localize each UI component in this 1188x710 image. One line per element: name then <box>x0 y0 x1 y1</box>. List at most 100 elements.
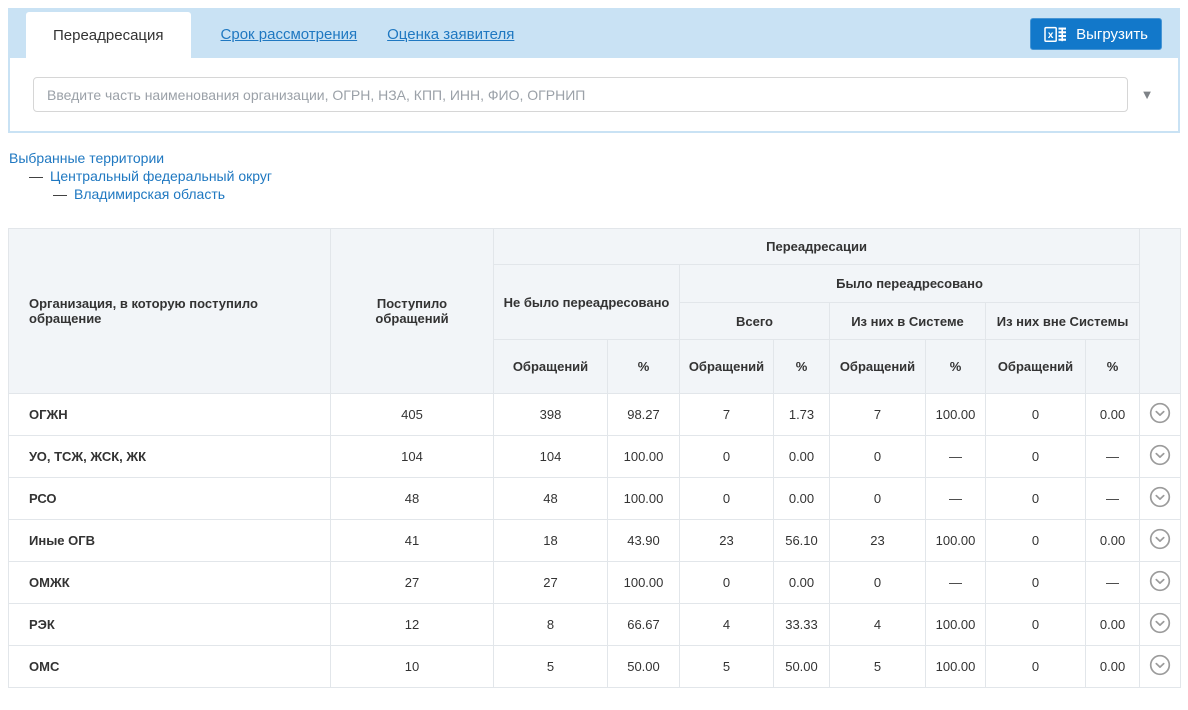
value-cell: 4 <box>830 604 926 646</box>
org-cell: РСО <box>9 478 331 520</box>
header-appeals: Обращений <box>830 340 926 394</box>
received-cell: 48 <box>331 478 494 520</box>
value-cell: — <box>926 562 986 604</box>
actions-cell <box>1140 436 1181 478</box>
org-cell: РЭК <box>9 604 331 646</box>
header-received: Поступило обращений <box>331 229 494 394</box>
value-cell: 0 <box>986 520 1086 562</box>
table-header: Организация, в которую поступило обращен… <box>9 229 1181 394</box>
value-cell: 100.00 <box>926 604 986 646</box>
value-cell: 7 <box>680 394 774 436</box>
value-cell: 8 <box>494 604 608 646</box>
expand-row-button[interactable] <box>1149 570 1171 592</box>
tab-bar: Переадресация Срок рассмотрения Оценка з… <box>10 10 1178 58</box>
header-in-system: Из них в Системе <box>830 303 986 340</box>
chevron-down-circle-icon <box>1149 528 1171 550</box>
tab-ocenka-zayavitelya[interactable]: Оценка заявителя <box>387 26 514 43</box>
value-cell: 0.00 <box>1086 520 1140 562</box>
value-cell: 0 <box>986 562 1086 604</box>
value-cell: 0 <box>986 394 1086 436</box>
tab-srok-rassmotreniya[interactable]: Срок рассмотрения <box>221 26 358 43</box>
dropdown-caret-icon[interactable]: ▼ <box>1128 87 1166 102</box>
expand-row-button[interactable] <box>1149 654 1171 676</box>
value-cell: 23 <box>830 520 926 562</box>
expand-row-button[interactable] <box>1149 528 1171 550</box>
value-cell: 0 <box>830 562 926 604</box>
svg-text:x: x <box>1048 30 1054 41</box>
territory-link-federal-district[interactable]: Центральный федеральный округ <box>50 168 272 184</box>
chevron-down-circle-icon <box>1149 654 1171 676</box>
value-cell: 5 <box>494 646 608 688</box>
table-row: РЭК 12 8 66.67 4 33.33 4 100.00 0 0.00 <box>9 604 1181 646</box>
value-cell: 43.90 <box>608 520 680 562</box>
value-cell: 100.00 <box>608 478 680 520</box>
table-row: ОМЖК 27 27 100.00 0 0.00 0 — 0 — <box>9 562 1181 604</box>
value-cell: — <box>1086 478 1140 520</box>
filter-panel: Переадресация Срок рассмотрения Оценка з… <box>8 8 1180 133</box>
received-cell: 27 <box>331 562 494 604</box>
value-cell: 48 <box>494 478 608 520</box>
value-cell: 100.00 <box>608 436 680 478</box>
search-input[interactable] <box>33 77 1128 112</box>
value-cell: 0 <box>680 478 774 520</box>
chevron-down-circle-icon <box>1149 402 1171 424</box>
value-cell: 23 <box>680 520 774 562</box>
value-cell: 50.00 <box>608 646 680 688</box>
value-cell: — <box>926 436 986 478</box>
received-cell: 405 <box>331 394 494 436</box>
header-org: Организация, в которую поступило обращен… <box>9 229 331 394</box>
value-cell: 5 <box>680 646 774 688</box>
value-cell: — <box>1086 436 1140 478</box>
tab-pereadresaciya[interactable]: Переадресация <box>26 12 191 58</box>
territory-link-region[interactable]: Владимирская область <box>74 186 225 202</box>
value-cell: 0 <box>680 436 774 478</box>
header-not-redirected: Не было переадресовано <box>494 265 680 340</box>
value-cell: 0.00 <box>774 562 830 604</box>
dash: — <box>53 186 67 202</box>
received-cell: 12 <box>331 604 494 646</box>
expand-row-button[interactable] <box>1149 486 1171 508</box>
header-group-redirects: Переадресации <box>494 229 1140 265</box>
value-cell: 104 <box>494 436 608 478</box>
value-cell: 50.00 <box>774 646 830 688</box>
value-cell: 0.00 <box>1086 394 1140 436</box>
actions-cell <box>1140 394 1181 436</box>
header-appeals: Обращений <box>986 340 1086 394</box>
received-cell: 41 <box>331 520 494 562</box>
export-button[interactable]: x Выгрузить <box>1030 18 1162 50</box>
value-cell: 100.00 <box>926 520 986 562</box>
value-cell: 398 <box>494 394 608 436</box>
chevron-down-circle-icon <box>1149 444 1171 466</box>
selected-territories: Выбранные территории —Центральный федера… <box>9 149 1188 203</box>
header-out-system: Из них вне Системы <box>986 303 1140 340</box>
value-cell: 56.10 <box>774 520 830 562</box>
value-cell: 33.33 <box>774 604 830 646</box>
org-cell: ОГЖН <box>9 394 331 436</box>
export-button-label: Выгрузить <box>1076 26 1148 43</box>
expand-row-button[interactable] <box>1149 402 1171 424</box>
excel-icon: x <box>1044 25 1067 44</box>
value-cell: 18 <box>494 520 608 562</box>
expand-row-button[interactable] <box>1149 444 1171 466</box>
value-cell: 100.00 <box>926 646 986 688</box>
table-row: ОМС 10 5 50.00 5 50.00 5 100.00 0 0.00 <box>9 646 1181 688</box>
search-row: ▼ <box>10 58 1178 131</box>
org-cell: УО, ТСЖ, ЖСК, ЖК <box>9 436 331 478</box>
value-cell: 7 <box>830 394 926 436</box>
expand-row-button[interactable] <box>1149 612 1171 634</box>
table-row: ОГЖН 405 398 98.27 7 1.73 7 100.00 0 0.0… <box>9 394 1181 436</box>
header-actions-column <box>1140 229 1181 394</box>
value-cell: 4 <box>680 604 774 646</box>
value-cell: 0.00 <box>774 436 830 478</box>
value-cell: 100.00 <box>926 394 986 436</box>
header-percent: % <box>608 340 680 394</box>
value-cell: 0 <box>830 478 926 520</box>
org-cell: ОМЖК <box>9 562 331 604</box>
org-cell: ОМС <box>9 646 331 688</box>
value-cell: 5 <box>830 646 926 688</box>
value-cell: — <box>926 478 986 520</box>
value-cell: 0.00 <box>1086 646 1140 688</box>
header-percent: % <box>926 340 986 394</box>
table-row: РСО 48 48 100.00 0 0.00 0 — 0 — <box>9 478 1181 520</box>
received-cell: 10 <box>331 646 494 688</box>
